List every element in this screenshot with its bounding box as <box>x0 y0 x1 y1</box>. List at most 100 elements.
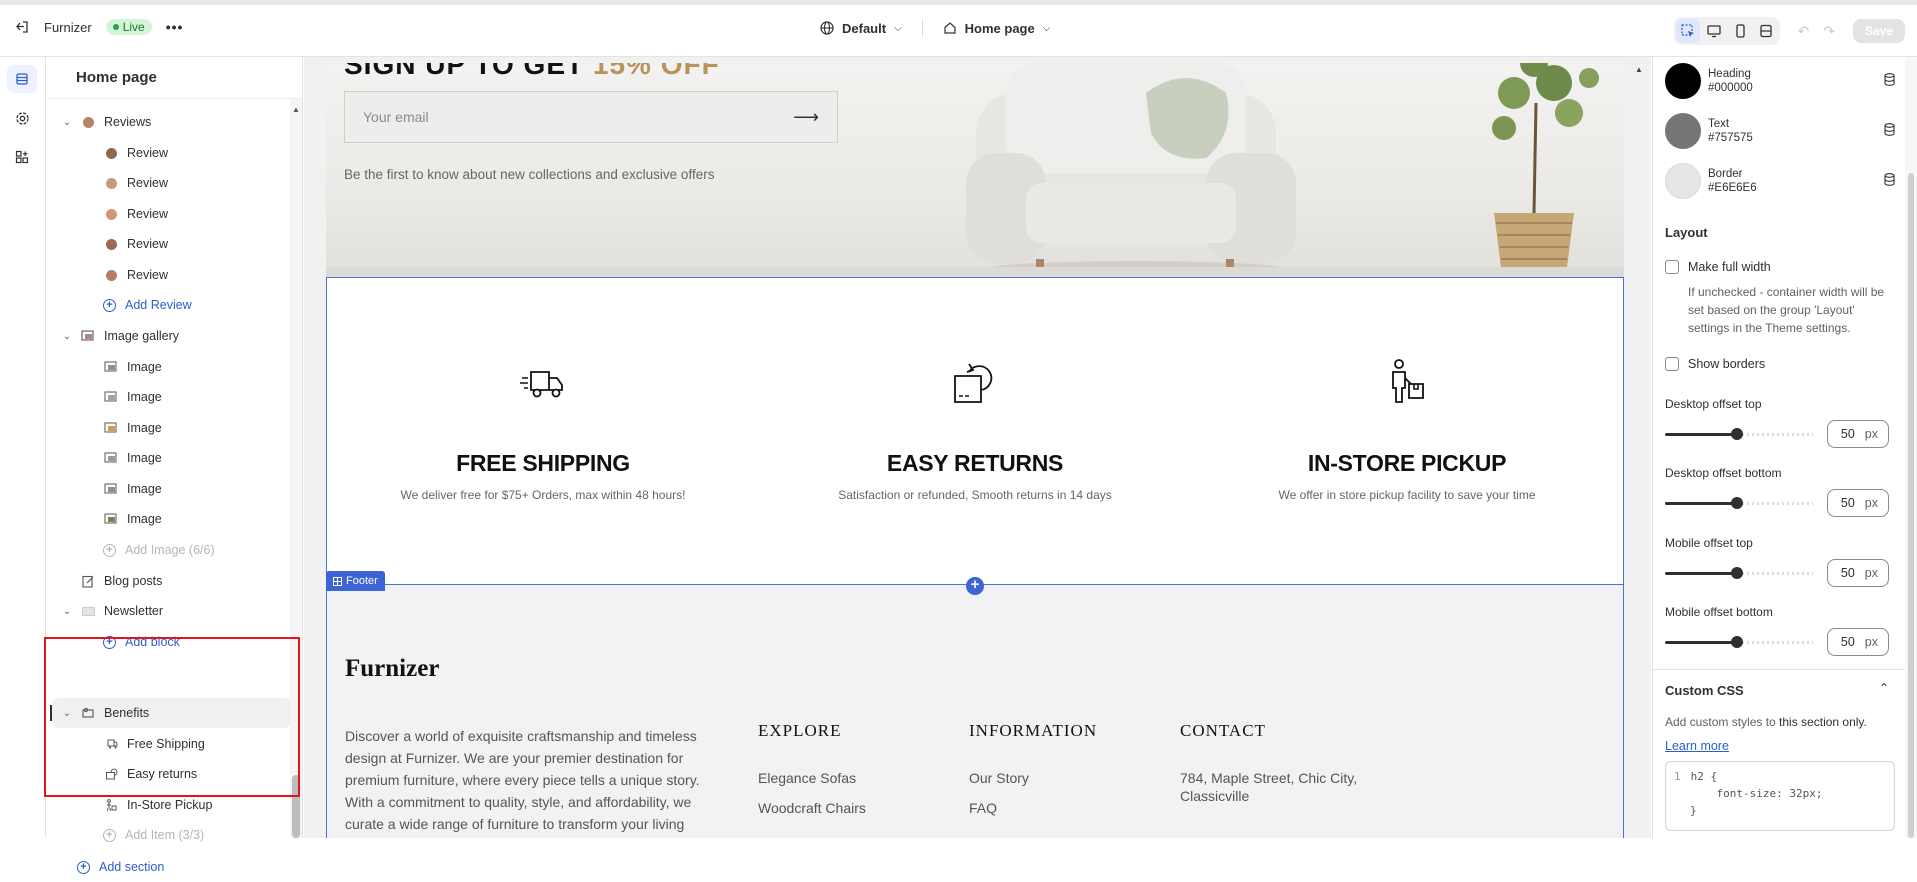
block-label: Review <box>127 237 168 251</box>
mobile-view-icon[interactable] <box>1728 19 1752 43</box>
fullscreen-view-icon[interactable] <box>1754 19 1778 43</box>
section-reviews[interactable]: ⌄ Reviews <box>60 107 151 137</box>
make-full-width-checkbox[interactable]: Make full width <box>1665 260 1771 274</box>
settings-scrollbar[interactable] <box>1905 57 1917 838</box>
checkbox[interactable] <box>1665 260 1679 274</box>
scroll-up-icon[interactable]: ▲ <box>1635 65 1643 74</box>
newsletter-section[interactable]: SIGN UP TO GET 15% OFF Your email ⟶ Be t… <box>326 63 1624 277</box>
slider-handle[interactable] <box>1731 636 1743 648</box>
slider-handle[interactable] <box>1731 567 1743 579</box>
more-actions-icon[interactable]: ••• <box>166 19 184 35</box>
image-block[interactable]: Image <box>103 352 162 382</box>
mobile-offset-top-input[interactable]: 50 px <box>1827 559 1889 587</box>
chevron-up-icon[interactable]: ⌃ <box>1879 681 1889 695</box>
page-selector[interactable]: Home page ⌵ <box>943 21 1050 36</box>
footer-column-heading: INFORMATION <box>969 721 1098 740</box>
slider-handle[interactable] <box>1731 497 1743 509</box>
learn-more-link[interactable]: Learn more <box>1665 739 1729 753</box>
slider-handle[interactable] <box>1731 428 1743 440</box>
apps-icon[interactable] <box>7 143 37 171</box>
theme-settings-icon[interactable] <box>7 104 37 132</box>
review-block[interactable]: Review <box>103 168 168 198</box>
image-block[interactable]: Image <box>103 413 162 443</box>
color-swatch[interactable] <box>1665 163 1701 199</box>
floor-strip <box>326 267 1624 277</box>
arrow-right-icon[interactable]: ⟶ <box>793 107 819 128</box>
image-icon <box>103 512 119 526</box>
exit-icon[interactable] <box>14 19 30 35</box>
footer-section-tag[interactable]: Footer <box>326 571 385 591</box>
footer-link[interactable]: FAQ <box>969 799 1097 817</box>
section-image-gallery[interactable]: ⌄ Image gallery <box>60 321 179 351</box>
section-grid-icon <box>333 576 342 586</box>
chevron-down-icon[interactable]: ⌄ <box>60 117 74 128</box>
sections-icon[interactable] <box>7 65 37 93</box>
globe-icon <box>820 21 834 35</box>
benefit-heading: IN-STORE PICKUP <box>1307 450 1507 476</box>
section-settings-panel: Heading #000000 Text #757575 Border #E6E… <box>1652 57 1917 838</box>
desktop-offset-top-slider[interactable] <box>1665 427 1813 441</box>
show-borders-checkbox[interactable]: Show borders <box>1665 357 1765 371</box>
color-setting-heading[interactable]: Heading #000000 <box>1665 61 1895 101</box>
unit-label: px <box>1864 566 1878 580</box>
desktop-offset-top-input[interactable]: 50 px <box>1827 420 1889 448</box>
save-button[interactable]: Save <box>1852 19 1905 43</box>
add-section-plus-icon[interactable]: + <box>966 577 984 595</box>
review-avatar-icon <box>103 146 119 160</box>
section-blog-posts[interactable]: Blog posts <box>80 566 162 596</box>
chevron-down-icon[interactable]: ⌄ <box>60 331 74 342</box>
scroll-up-icon[interactable]: ▲ <box>292 105 300 114</box>
inspector-toggle-icon[interactable] <box>1675 19 1700 43</box>
image-block[interactable]: Image <box>103 443 162 473</box>
undo-icon[interactable]: ↶ <box>1798 23 1810 40</box>
footer-link[interactable]: Woodcraft Chairs <box>758 799 866 817</box>
chevron-down-icon[interactable]: ⌄ <box>60 606 74 617</box>
image-block[interactable]: Image <box>103 382 162 412</box>
section-newsletter[interactable]: ⌄ Newsletter <box>60 596 163 626</box>
redo-icon[interactable]: ↷ <box>1823 23 1835 40</box>
mobile-offset-bottom-input[interactable]: 50 px <box>1827 628 1889 656</box>
canvas-scrollbar[interactable]: ▲ <box>1635 63 1645 838</box>
review-block[interactable]: Review <box>103 138 168 168</box>
footer-section[interactable]: Furnizer Discover a world of exquisite c… <box>326 585 1624 838</box>
offset-label: Desktop offset top <box>1665 397 1762 411</box>
benefits-section[interactable]: FREE SHIPPING We deliver free for $75+ O… <box>326 277 1624 585</box>
custom-css-editor[interactable]: 1 h2 { font-size: 32px; } <box>1665 761 1895 831</box>
database-icon[interactable] <box>1884 73 1895 89</box>
color-setting-text[interactable]: Text #757575 <box>1665 111 1895 151</box>
section-label: Blog posts <box>104 574 163 588</box>
custom-css-help-prefix: Add custom styles to <box>1665 715 1780 729</box>
add-item-button[interactable]: + Add Item (3/3) <box>103 820 204 850</box>
block-label: Image <box>127 360 162 374</box>
mobile-offset-top-slider[interactable] <box>1665 566 1813 580</box>
footer-column-information: INFORMATION Our Story FAQ <box>969 721 1097 817</box>
review-block[interactable]: Review <box>103 229 168 259</box>
color-swatch[interactable] <box>1665 63 1701 99</box>
desktop-offset-bottom-slider[interactable] <box>1665 496 1813 510</box>
image-block[interactable]: Image <box>103 504 162 534</box>
mobile-offset-bottom-slider[interactable] <box>1665 635 1813 649</box>
desktop-offset-bottom-input[interactable]: 50 px <box>1827 489 1889 517</box>
add-image-button[interactable]: + Add Image (6/6) <box>103 535 215 565</box>
add-section-button[interactable]: + Add section <box>77 852 164 882</box>
color-setting-border[interactable]: Border #E6E6E6 <box>1665 161 1895 201</box>
color-swatch[interactable] <box>1665 113 1701 149</box>
footer-description: Discover a world of exquisite craftsmans… <box>345 728 700 832</box>
potted-plant-image <box>1492 63 1599 275</box>
database-icon[interactable] <box>1884 123 1895 139</box>
footer-link[interactable]: Elegance Sofas <box>758 769 866 787</box>
scrollbar-thumb[interactable] <box>1908 173 1914 838</box>
checkbox[interactable] <box>1665 357 1679 371</box>
database-icon[interactable] <box>1884 173 1895 189</box>
desktop-view-icon[interactable] <box>1702 19 1726 43</box>
divider <box>1653 669 1906 670</box>
image-block[interactable]: Image <box>103 474 162 504</box>
footer-link[interactable]: Our Story <box>969 769 1097 787</box>
section-label: Newsletter <box>104 604 164 618</box>
review-block[interactable]: Review <box>103 260 168 290</box>
add-review-button[interactable]: + Add Review <box>103 290 192 320</box>
theme-selector[interactable]: Default ⌵ <box>820 21 902 36</box>
top-bar-center: Default ⌵ Home page ⌵ <box>820 19 1050 37</box>
review-block[interactable]: Review <box>103 199 168 229</box>
newsletter-email-input[interactable]: Your email ⟶ <box>344 91 838 143</box>
